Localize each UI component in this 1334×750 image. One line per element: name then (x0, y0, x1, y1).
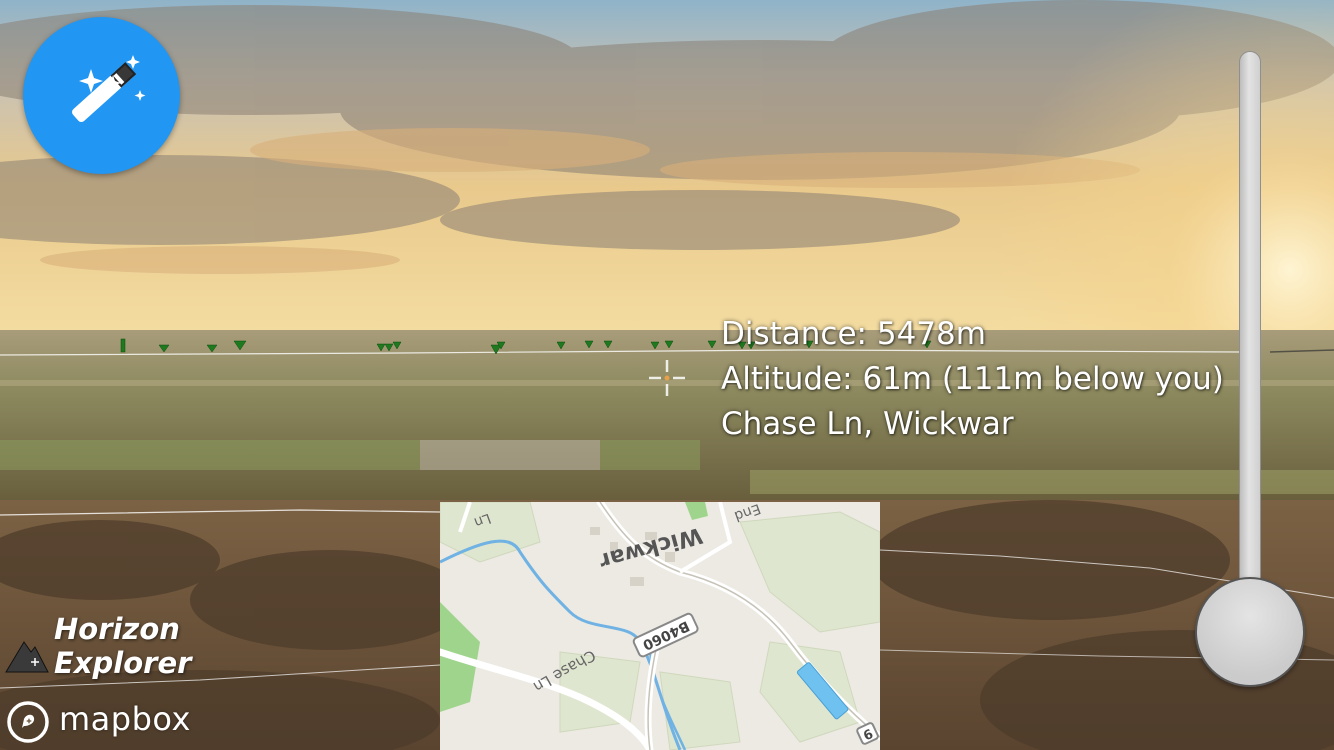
mountain-icon (5, 641, 49, 673)
mini-map[interactable]: Wickwar B4060 Chase Ln Ln End 9 (440, 502, 880, 750)
mapbox-label: mapbox (59, 700, 191, 738)
peak-marker (556, 341, 566, 350)
peak-marker (650, 341, 660, 350)
app-name-line2: Explorer (54, 646, 192, 680)
altitude-label: Altitude: 61m (111m below you) (721, 361, 1224, 397)
peak-marker (206, 344, 218, 353)
mapbox-icon (7, 701, 49, 743)
peak-marker (664, 340, 674, 349)
peak-marker (384, 343, 394, 352)
zoom-slider-thumb[interactable] (1195, 577, 1305, 687)
peak-marker (392, 341, 402, 350)
peak-marker (603, 340, 613, 349)
magic-wand-icon (72, 55, 146, 123)
distance-label: Distance: 5478m (721, 316, 986, 352)
peak-marker (233, 340, 247, 351)
app-name-line1: Horizon (54, 612, 180, 646)
peak-marker (376, 343, 386, 352)
location-label: Chase Ln, Wickwar (721, 406, 1014, 442)
peak-marker (584, 340, 594, 349)
peak-marker (120, 338, 126, 353)
peak-marker (707, 340, 717, 349)
target-info: Distance: 5478m Altitude: 61m (111m belo… (721, 312, 1224, 447)
zoom-slider-track[interactable] (1239, 51, 1261, 611)
crosshair-icon (649, 360, 685, 396)
peak-marker (158, 344, 170, 353)
magic-wand-button[interactable] (23, 17, 180, 174)
